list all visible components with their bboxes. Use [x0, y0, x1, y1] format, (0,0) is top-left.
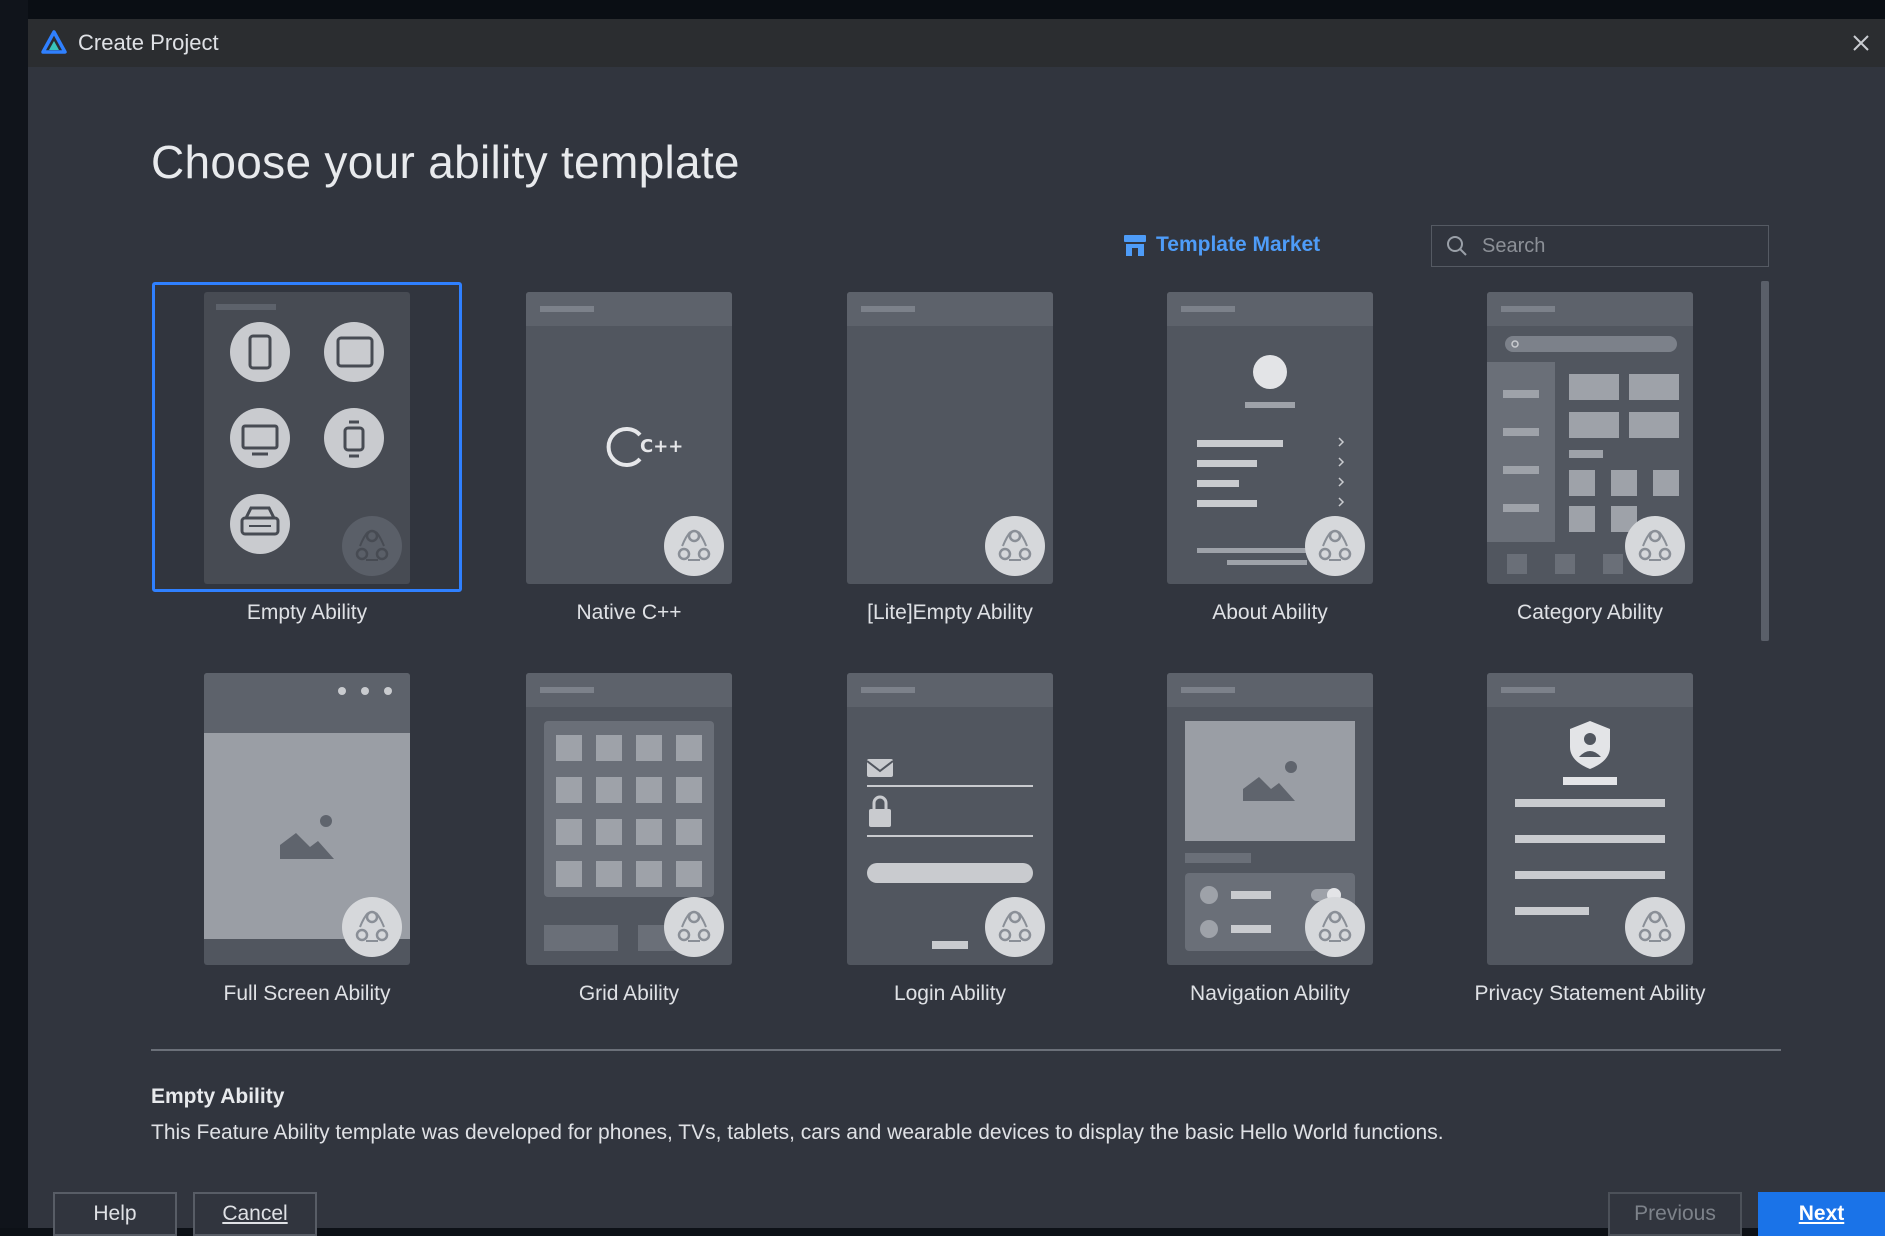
- lite-empty-ability-preview: [847, 292, 1053, 584]
- template-card-full-screen-ability[interactable]: Full Screen Ability: [152, 663, 462, 1005]
- title-bar: Create Project: [28, 19, 1885, 67]
- search-icon: [1447, 236, 1467, 256]
- previous-button[interactable]: Previous: [1608, 1192, 1742, 1236]
- template-card-empty-ability[interactable]: Empty Ability: [152, 282, 462, 624]
- template-market-link[interactable]: Template Market: [1122, 232, 1320, 258]
- next-button[interactable]: Next: [1758, 1192, 1885, 1236]
- harmony-badge-icon: [342, 897, 402, 957]
- template-card-about-ability[interactable]: About Ability: [1115, 282, 1425, 624]
- navigation-ability-preview: [1167, 673, 1373, 965]
- car-icon: [230, 494, 290, 554]
- tablet-icon: [324, 322, 384, 382]
- lock-icon: [869, 795, 891, 827]
- harmony-badge-icon: [664, 516, 724, 576]
- template-label: Privacy Statement Ability: [1474, 982, 1706, 1005]
- harmony-badge-icon: [1625, 897, 1685, 957]
- mail-icon: [866, 759, 894, 777]
- harmony-badge-icon: [342, 516, 402, 576]
- template-card-privacy-statement-ability[interactable]: Privacy Statement Ability: [1435, 663, 1745, 1005]
- cancel-button[interactable]: Cancel: [193, 1192, 317, 1236]
- template-label: About Ability: [1212, 601, 1328, 624]
- store-icon: [1124, 235, 1146, 256]
- native-cpp-preview: C++: [526, 292, 732, 584]
- privacy-statement-ability-preview: [1487, 673, 1693, 965]
- close-icon[interactable]: [1845, 27, 1877, 59]
- desktop-background: [0, 0, 1885, 19]
- template-label: Native C++: [576, 601, 682, 624]
- harmony-badge-icon: [1305, 897, 1365, 957]
- shield-user-icon: [1570, 721, 1610, 769]
- template-label: Category Ability: [1517, 601, 1663, 624]
- full-screen-ability-preview: [204, 673, 410, 965]
- template-label: Grid Ability: [578, 982, 680, 1005]
- template-label: Full Screen Ability: [223, 982, 391, 1005]
- help-button[interactable]: Help: [53, 1192, 177, 1236]
- category-ability-preview: [1487, 292, 1693, 584]
- search-box[interactable]: [1431, 225, 1769, 267]
- watch-icon: [324, 408, 384, 468]
- login-ability-preview: [847, 673, 1053, 965]
- phone-icon: [230, 322, 290, 382]
- empty-ability-preview: [204, 292, 410, 584]
- template-label: Empty Ability: [246, 601, 368, 624]
- description-title: Empty Ability: [151, 1085, 285, 1108]
- template-market-label: Template Market: [1156, 233, 1321, 256]
- template-card-login-ability[interactable]: Login Ability: [795, 663, 1105, 1005]
- harmony-badge-icon: [664, 897, 724, 957]
- cpp-glyph: C++: [640, 436, 683, 457]
- template-card-category-ability[interactable]: Category Ability: [1435, 282, 1745, 624]
- grid-ability-preview: [526, 673, 732, 965]
- search-input[interactable]: [1480, 233, 1754, 259]
- page-title: Choose your ability template: [151, 136, 740, 188]
- about-ability-preview: [1167, 292, 1373, 584]
- template-label: [Lite]Empty Ability: [867, 601, 1033, 624]
- template-label: Navigation Ability: [1190, 982, 1350, 1005]
- desktop-edge: [0, 0, 28, 1228]
- harmony-badge-icon: [985, 516, 1045, 576]
- template-card-grid-ability[interactable]: Grid Ability: [474, 663, 784, 1005]
- template-card-native-cpp[interactable]: C++ Native C++: [474, 282, 784, 624]
- tv-icon: [230, 408, 290, 468]
- template-label: Login Ability: [893, 982, 1007, 1005]
- harmony-badge-icon: [1625, 516, 1685, 576]
- window-title: Create Project: [78, 30, 219, 55]
- description-body: This Feature Ability template was develo…: [151, 1121, 1444, 1144]
- divider: [151, 1049, 1781, 1051]
- app-logo-icon: [41, 30, 67, 54]
- harmony-badge-icon: [1305, 516, 1365, 576]
- template-scrollbar[interactable]: [1761, 281, 1769, 641]
- create-project-dialog: Create Project Choose your ability templ…: [28, 19, 1885, 1236]
- harmony-badge-icon: [985, 897, 1045, 957]
- template-card-lite-empty-ability[interactable]: [Lite]Empty Ability: [795, 282, 1105, 624]
- scrollbar-thumb[interactable]: [1761, 281, 1769, 641]
- template-card-navigation-ability[interactable]: Navigation Ability: [1115, 663, 1425, 1005]
